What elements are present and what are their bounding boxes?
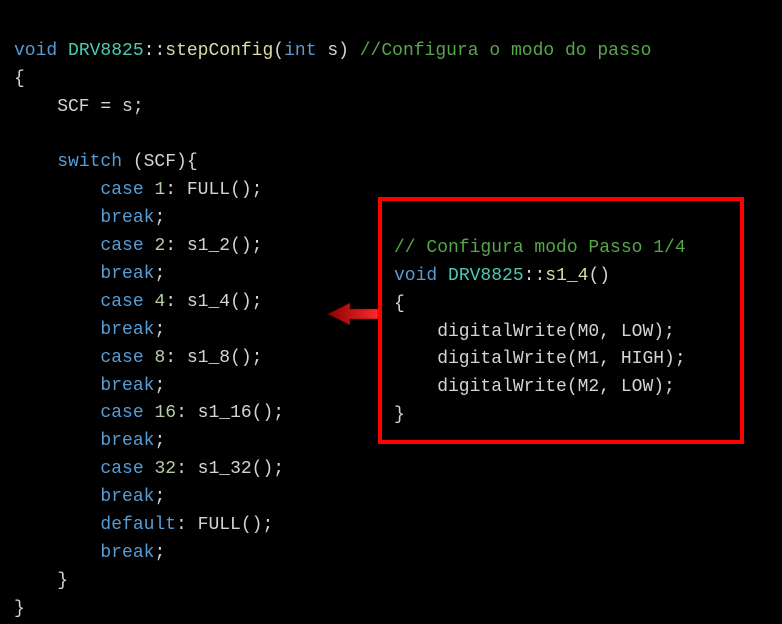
case-1: case 1: FULL(); [14, 180, 262, 200]
case-4: case 4: s1_4(); [14, 292, 262, 312]
break-8: break; [14, 376, 165, 396]
callout-sig: void DRV8825::s1_4() [394, 266, 610, 286]
case-16: case 16: s1_16(); [14, 403, 284, 423]
default-line: default: FULL(); [14, 515, 273, 535]
code-line-1: void DRV8825::stepConfig(int s) //Config… [14, 41, 651, 61]
callout-box: // Configura modo Passo 1/4 void DRV8825… [378, 197, 744, 444]
case-32: case 32: s1_32(); [14, 459, 284, 479]
switch-line: switch (SCF){ [14, 152, 198, 172]
brace-open: { [14, 69, 25, 89]
func-name: stepConfig [165, 41, 273, 61]
case-8: case 8: s1_8(); [14, 348, 262, 368]
keyword-void: void [14, 41, 57, 61]
arrow-icon [328, 303, 378, 323]
case-2: case 2: s1_2(); [14, 236, 262, 256]
brace-close-func: } [14, 599, 25, 619]
callout-dw-m2: digitalWrite(M2, LOW); [394, 377, 675, 397]
class-name: DRV8825 [68, 41, 144, 61]
break-2: break; [14, 264, 165, 284]
break-16: break; [14, 431, 165, 451]
paren-open: ( [273, 41, 284, 61]
assign-line: SCF = s; [14, 97, 144, 117]
callout-dw-m0: digitalWrite(M0, LOW); [394, 322, 675, 342]
brace-close-switch: } [14, 571, 68, 591]
break-default: break; [14, 543, 165, 563]
break-32: break; [14, 487, 165, 507]
callout-comment: // Configura modo Passo 1/4 [394, 238, 686, 258]
keyword-switch: switch [57, 152, 122, 172]
keyword-int: int [284, 41, 316, 61]
callout-dw-m1: digitalWrite(M1, HIGH); [394, 349, 686, 369]
callout-brace-open: { [394, 294, 405, 314]
line-comment: //Configura o modo do passo [360, 41, 652, 61]
scope-op: :: [144, 41, 166, 61]
break-4: break; [14, 320, 165, 340]
param-s: s) [317, 41, 360, 61]
callout-brace-close: } [394, 405, 405, 425]
break-1: break; [14, 208, 165, 228]
